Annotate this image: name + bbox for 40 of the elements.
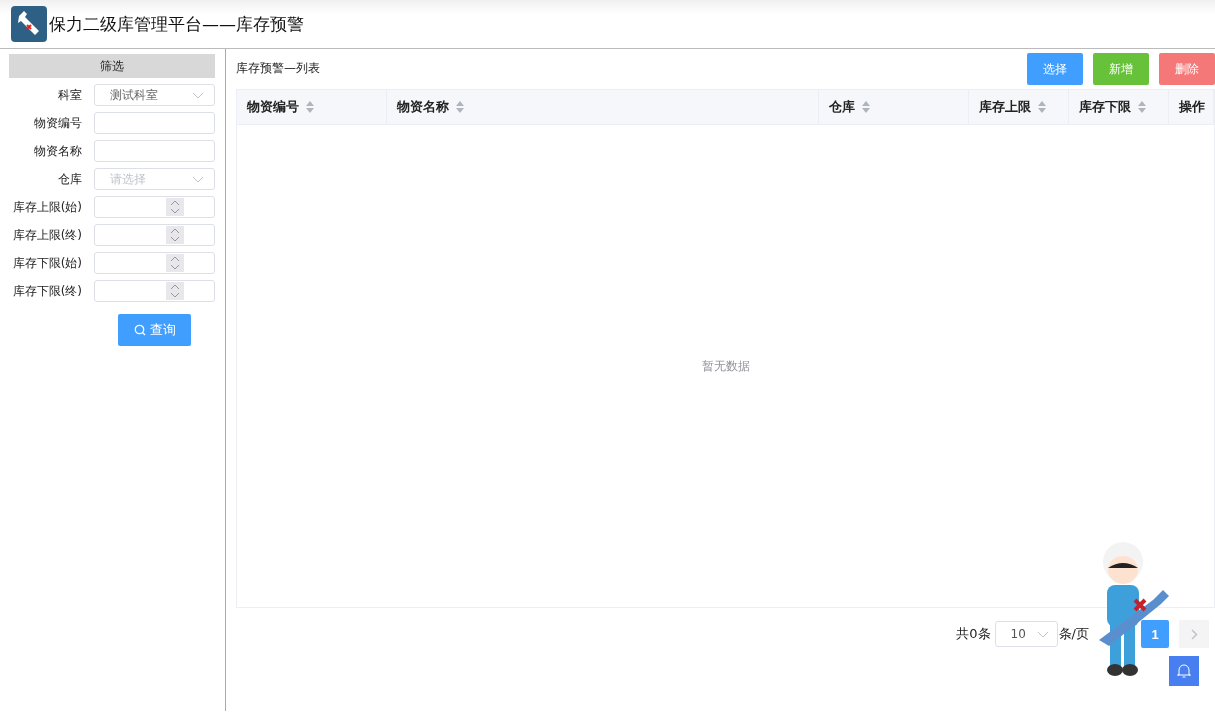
chevron-down-icon [192, 91, 204, 99]
column-header[interactable]: 仓库 [819, 90, 969, 124]
field-label: 库存下限(终) [11, 282, 82, 300]
search-icon [133, 324, 146, 336]
chevron-down-icon [192, 175, 204, 183]
field-label: 物资编号 [33, 114, 82, 132]
field-label: 库存上限(始) [11, 198, 82, 216]
page-size-label: 条/页 [1058, 625, 1089, 643]
bell-icon[interactable] [1169, 656, 1199, 686]
page-title: 保力二级库管理平台——库存预警 [49, 12, 304, 36]
page-size-select[interactable]: 10 [994, 621, 1058, 647]
spinner-icon[interactable] [166, 226, 184, 244]
chevron-right-icon [1190, 628, 1198, 640]
field-label: 物资名称 [33, 142, 82, 160]
column-header[interactable]: 库存下限 [1069, 90, 1169, 124]
input-field[interactable] [94, 140, 215, 162]
spinner-icon[interactable] [166, 282, 184, 300]
list-title: 库存预警—列表 [236, 59, 321, 77]
select-field[interactable]: 测试科室 [94, 84, 215, 106]
field-label: 科室 [57, 86, 82, 104]
field-label: 仓库 [57, 170, 82, 188]
chevron-down-icon [1036, 630, 1049, 638]
filter-header: 筛选 [9, 54, 215, 78]
spinner-icon[interactable] [166, 198, 184, 216]
empty-message: 暂无数据 [701, 357, 750, 375]
spinner-icon[interactable] [166, 254, 184, 272]
column-header[interactable]: 物资名称 [387, 90, 819, 124]
number-input-field[interactable] [94, 252, 215, 274]
total-count: 共0条 [956, 625, 991, 643]
column-header[interactable]: 物资编号 [237, 90, 387, 124]
input-field[interactable] [94, 112, 215, 134]
number-input-field[interactable] [94, 280, 215, 302]
number-input-field[interactable] [94, 224, 215, 246]
field-label: 库存下限(始) [11, 254, 82, 272]
wrench-logo-icon [11, 6, 47, 42]
number-input-field[interactable] [94, 196, 215, 218]
column-header[interactable]: 库存上限 [969, 90, 1069, 124]
next-page-button[interactable] [1179, 620, 1209, 648]
field-label: 库存上限(终) [11, 226, 82, 244]
column-header[interactable]: 操作 [1169, 90, 1214, 124]
